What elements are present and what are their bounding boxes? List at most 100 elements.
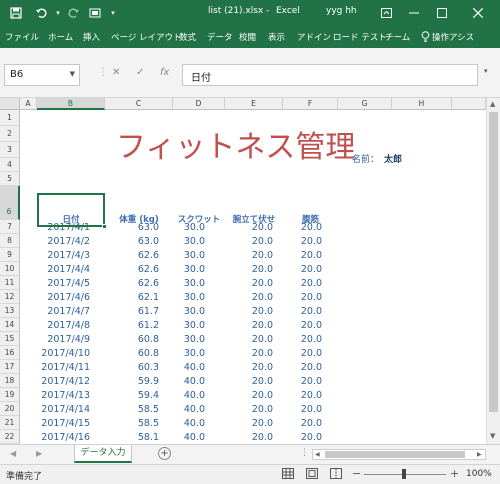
weight-cell[interactable]: 60.8: [105, 348, 159, 359]
row-header[interactable]: 9: [0, 248, 20, 262]
minimize-icon[interactable]: [400, 0, 428, 26]
scroll-left-icon[interactable]: ◀: [315, 451, 320, 458]
name-box[interactable]: B6 ▼: [4, 64, 80, 86]
row-header[interactable]: 19: [0, 388, 20, 402]
fill-handle[interactable]: [102, 224, 107, 229]
save-icon[interactable]: [2, 0, 30, 26]
row-header[interactable]: 11: [0, 276, 20, 290]
squat-cell[interactable]: 40.0: [173, 390, 205, 401]
row-header[interactable]: 14: [0, 318, 20, 332]
squat-cell[interactable]: 30.0: [173, 292, 205, 303]
column-header-b[interactable]: B: [37, 98, 105, 110]
situps-cell[interactable]: 20.0: [283, 320, 322, 331]
weight-cell[interactable]: 61.2: [105, 320, 159, 331]
situps-cell[interactable]: 20.0: [283, 250, 322, 261]
horizontal-scrollbar[interactable]: ◀ ▶: [312, 449, 486, 460]
tab-addins[interactable]: アドイン: [297, 31, 331, 43]
row-header[interactable]: 15: [0, 332, 20, 346]
tab-page-layout[interactable]: ページ レイアウト: [111, 31, 182, 43]
zoom-out-icon[interactable]: −: [352, 467, 361, 480]
squat-cell[interactable]: 40.0: [173, 362, 205, 373]
worksheet-grid[interactable]: A B C D E F G H 1 2 3 4 5 6 7 8 9 10 11 12 13 14 15 16 1…: [0, 98, 486, 444]
weight-cell[interactable]: 62.6: [105, 250, 159, 261]
pushups-cell[interactable]: 20.0: [225, 236, 273, 247]
tab-load-test[interactable]: ロード テスト: [333, 31, 387, 43]
touch-mode-icon[interactable]: [86, 0, 104, 26]
tab-file[interactable]: ファイル: [5, 31, 39, 43]
ribbon-display-icon[interactable]: [372, 0, 400, 26]
tab-split-icon[interactable]: ⋮: [300, 448, 309, 458]
zoom-in-icon[interactable]: +: [450, 467, 459, 480]
weight-cell[interactable]: 58.5: [105, 404, 159, 415]
pushups-cell[interactable]: 20.0: [225, 320, 273, 331]
row-header[interactable]: 6: [0, 186, 20, 220]
date-cell[interactable]: 2017/4/9: [37, 334, 90, 345]
row-header[interactable]: 7: [0, 220, 20, 234]
row-header[interactable]: 8: [0, 234, 20, 248]
row-header[interactable]: 4: [0, 158, 20, 172]
normal-view-icon[interactable]: [282, 468, 294, 482]
squat-cell[interactable]: 30.0: [173, 306, 205, 317]
date-cell[interactable]: 2017/4/12: [37, 376, 90, 387]
tab-view[interactable]: 表示: [268, 31, 285, 43]
date-cell[interactable]: 2017/4/13: [37, 390, 90, 401]
situps-cell[interactable]: 20.0: [283, 278, 322, 289]
squat-cell[interactable]: 40.0: [173, 432, 205, 443]
date-cell[interactable]: 2017/4/6: [37, 292, 90, 303]
sheet-tab-data-entry[interactable]: データ入力: [74, 445, 132, 463]
lightbulb-icon[interactable]: [421, 31, 430, 45]
weight-cell[interactable]: 60.8: [105, 334, 159, 345]
column-header-d[interactable]: D: [173, 98, 225, 110]
situps-cell[interactable]: 20.0: [283, 376, 322, 387]
weight-cell[interactable]: 59.4: [105, 390, 159, 401]
weight-cell[interactable]: 61.7: [105, 306, 159, 317]
date-cell[interactable]: 2017/4/14: [37, 404, 90, 415]
close-icon[interactable]: [458, 0, 498, 26]
name-value[interactable]: 太郎: [384, 152, 402, 165]
row-header[interactable]: 22: [0, 430, 20, 444]
squat-cell[interactable]: 40.0: [173, 404, 205, 415]
sheet-title[interactable]: フィットネス管理: [116, 122, 355, 166]
weight-cell[interactable]: 62.6: [105, 264, 159, 275]
situps-cell[interactable]: 20.0: [283, 264, 322, 275]
row-header[interactable]: 5: [0, 172, 20, 186]
active-cell-selection[interactable]: [37, 193, 107, 229]
vertical-scrollbar[interactable]: ▲ ▼: [486, 98, 500, 444]
hscroll-thumb[interactable]: [325, 451, 465, 458]
page-layout-icon[interactable]: [306, 468, 318, 482]
pushups-cell[interactable]: 20.0: [225, 348, 273, 359]
page-break-icon[interactable]: [330, 468, 342, 482]
date-cell[interactable]: 2017/4/16: [37, 432, 90, 443]
date-cell[interactable]: 2017/4/10: [37, 348, 90, 359]
situps-cell[interactable]: 20.0: [283, 432, 322, 443]
date-cell[interactable]: 2017/4/15: [37, 418, 90, 429]
pushups-cell[interactable]: 20.0: [225, 404, 273, 415]
situps-cell[interactable]: 20.0: [283, 418, 322, 429]
tab-home[interactable]: ホーム: [48, 31, 73, 43]
row-header[interactable]: 12: [0, 290, 20, 304]
customize-icon[interactable]: ▾: [106, 0, 120, 26]
weight-cell[interactable]: 58.5: [105, 418, 159, 429]
pushups-cell[interactable]: 20.0: [225, 250, 273, 261]
pushups-cell[interactable]: 20.0: [225, 334, 273, 345]
zoom-level[interactable]: 100%: [466, 469, 492, 479]
row-header[interactable]: 3: [0, 142, 20, 158]
date-cell[interactable]: 2017/4/8: [37, 320, 90, 331]
date-cell[interactable]: 2017/4/3: [37, 250, 90, 261]
pushups-cell[interactable]: 20.0: [225, 418, 273, 429]
row-header[interactable]: 18: [0, 374, 20, 388]
insert-function-icon[interactable]: fx: [160, 67, 169, 78]
row-header[interactable]: 1: [0, 110, 20, 126]
squat-cell[interactable]: 40.0: [173, 418, 205, 429]
squat-cell[interactable]: 30.0: [173, 334, 205, 345]
scroll-down-icon[interactable]: ▼: [490, 432, 495, 440]
undo-icon[interactable]: [30, 0, 52, 26]
squat-cell[interactable]: 30.0: [173, 278, 205, 289]
header-pushups[interactable]: 腕立て伏せ: [225, 213, 283, 225]
weight-cell[interactable]: 60.3: [105, 362, 159, 373]
next-sheet-icon[interactable]: ▶: [36, 449, 42, 458]
weight-cell[interactable]: 58.1: [105, 432, 159, 443]
scroll-up-icon[interactable]: ▲: [490, 100, 495, 108]
situps-cell[interactable]: 20.0: [283, 404, 322, 415]
date-cell[interactable]: 2017/4/2: [37, 236, 90, 247]
